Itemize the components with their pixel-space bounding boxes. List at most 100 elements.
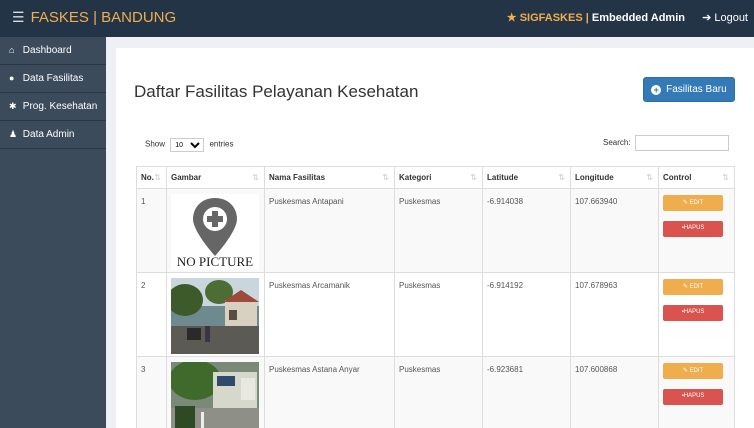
asterisk-icon: ✱ bbox=[9, 101, 17, 111]
sidebar-item-label: Data Admin bbox=[22, 129, 75, 140]
app-name: SIGFASKES bbox=[519, 12, 583, 24]
delete-label: HAPUS bbox=[683, 225, 705, 231]
page-title: Daftar Fasilitas Pelayanan Kesehatan bbox=[134, 82, 419, 101]
facility-photo bbox=[167, 278, 259, 354]
sidebar-item-label: Data Fasilitas bbox=[22, 73, 84, 84]
main-panel: Daftar Fasilitas Pelayanan Kesehatan + F… bbox=[116, 48, 754, 428]
sort-icon: ⇅ bbox=[558, 173, 565, 182]
pencil-icon: ✎ bbox=[682, 284, 688, 290]
sidebar-item-data-fasilitas[interactable]: ● Data Fasilitas bbox=[0, 65, 106, 93]
logout-link[interactable]: ➔ Logout bbox=[702, 12, 748, 24]
cell-nama: Puskesmas Antapani bbox=[264, 188, 395, 273]
column-header-label: Nama Fasilitas bbox=[269, 173, 326, 182]
sidebar-item-label: Dashboard bbox=[22, 45, 72, 56]
sidebar-item-dashboard[interactable]: ⌂ Dashboard bbox=[0, 37, 106, 65]
app-separator: | bbox=[582, 12, 592, 24]
show-entries: Show 10 entries bbox=[145, 138, 234, 152]
column-header-longitude[interactable]: Longitude ⇅ bbox=[570, 166, 659, 189]
table-header-row: No. ⇅ Gambar ⇅ Nama Fasilitas ⇅ Kategori ⇅ L… bbox=[136, 166, 735, 189]
edit-label: EDIT bbox=[689, 368, 704, 374]
cell-longitude: 107.663940 bbox=[570, 188, 659, 273]
delete-button[interactable]: ▪HAPUS bbox=[663, 221, 723, 237]
table-row: 1 NO PICTURE Puskesmas Antapani Puskesma… bbox=[136, 188, 735, 273]
facility-photo bbox=[169, 360, 259, 428]
brand[interactable]: ☰ FASKES | BANDUNG bbox=[12, 9, 176, 26]
sort-icon: ⇅ bbox=[154, 173, 161, 182]
delete-button[interactable]: ▪HAPUS bbox=[663, 305, 723, 321]
plus-icon: + bbox=[651, 85, 662, 95]
sort-icon: ⇅ bbox=[722, 173, 729, 182]
column-header-label: Longitude bbox=[575, 173, 614, 182]
cell-longitude: 107.600868 bbox=[570, 356, 659, 428]
column-header-no[interactable]: No. ⇅ bbox=[136, 166, 167, 189]
brand-title[interactable]: FASKES | BANDUNG bbox=[31, 9, 177, 26]
delete-label: HAPUS bbox=[683, 309, 705, 315]
cell-no: 2 bbox=[136, 272, 167, 357]
sidebar-item-label: Prog. Kesehatan bbox=[22, 101, 98, 112]
sort-icon: ⇅ bbox=[470, 173, 477, 182]
edit-label: EDIT bbox=[689, 200, 704, 206]
pencil-icon: ✎ bbox=[682, 368, 688, 374]
delete-button[interactable]: ▪HAPUS bbox=[663, 389, 723, 405]
top-navbar: ☰ FASKES | BANDUNG ★ SIGFASKES | Embedded… bbox=[0, 0, 754, 37]
column-header-label: No. bbox=[141, 173, 154, 182]
menu-icon[interactable]: ☰ bbox=[12, 9, 25, 25]
cell-kategori: Puskesmas bbox=[394, 356, 483, 428]
edit-button[interactable]: ✎ EDIT bbox=[663, 279, 723, 295]
cell-gambar bbox=[166, 272, 265, 357]
column-header-kategori[interactable]: Kategori ⇅ bbox=[394, 166, 483, 189]
logout-label: Logout bbox=[714, 12, 748, 24]
logout-icon: ➔ bbox=[702, 12, 712, 24]
cell-kategori: Puskesmas bbox=[394, 272, 483, 357]
search-input[interactable] bbox=[634, 135, 729, 151]
sidebar-item-prog-kesehatan[interactable]: ✱ Prog. Kesehatan bbox=[0, 93, 106, 121]
sidebar-item-data-admin[interactable]: ♟ Data Admin bbox=[0, 121, 106, 149]
cell-control: ✎ EDIT ▪HAPUS bbox=[658, 188, 735, 273]
cell-latitude: -6.923681 bbox=[482, 356, 571, 428]
cell-latitude: -6.914038 bbox=[482, 188, 571, 273]
cell-gambar: NO PICTURE bbox=[166, 188, 265, 273]
edit-label: EDIT bbox=[689, 284, 704, 290]
cell-no: 3 bbox=[136, 356, 167, 428]
fasilitas-table: No. ⇅ Gambar ⇅ Nama Fasilitas ⇅ Kategori ⇅ L… bbox=[136, 166, 735, 428]
cell-nama: Puskesmas Astana Anyar bbox=[264, 356, 395, 428]
edit-button[interactable]: ✎ EDIT bbox=[663, 363, 723, 379]
edit-button[interactable]: ✎ EDIT bbox=[663, 195, 723, 211]
entries-select[interactable]: 10 bbox=[170, 138, 205, 152]
sort-icon: ⇅ bbox=[252, 173, 259, 182]
sidebar: ⌂ Dashboard ● Data Fasilitas ✱ Prog. Kes… bbox=[0, 37, 106, 428]
entries-label: entries bbox=[209, 139, 234, 149]
star-icon: ★ bbox=[506, 12, 517, 24]
sort-icon: ⇅ bbox=[382, 173, 389, 182]
show-label: Show bbox=[145, 139, 166, 149]
add-fasilitas-button[interactable]: + Fasilitas Baru bbox=[643, 77, 735, 102]
user-icon: ♟ bbox=[9, 129, 18, 139]
sort-icon: ⇅ bbox=[646, 173, 653, 182]
add-fasilitas-label: Fasilitas Baru bbox=[666, 84, 727, 95]
column-header-gambar[interactable]: Gambar ⇅ bbox=[166, 166, 265, 189]
column-header-nama[interactable]: Nama Fasilitas ⇅ bbox=[264, 166, 395, 189]
cell-latitude: -6.914192 bbox=[482, 272, 571, 357]
map-marker-icon: ● bbox=[9, 73, 15, 83]
table-row: 2 Puskesmas Arcamanik Puskesmas -6.91419… bbox=[136, 272, 735, 357]
search-label: Search: bbox=[603, 138, 631, 148]
table-row: 3 Puskesmas Astana Anyar Puskesmas -6.92… bbox=[136, 356, 735, 428]
cell-kategori: Puskesmas bbox=[394, 188, 483, 273]
no-picture-text: NO PICTURE bbox=[177, 254, 253, 269]
cell-no: 1 bbox=[136, 188, 167, 273]
delete-label: HAPUS bbox=[683, 393, 705, 399]
pencil-icon: ✎ bbox=[682, 200, 688, 206]
cell-control: ✎ EDIT ▪HAPUS bbox=[658, 272, 735, 357]
column-header-label: Latitude bbox=[487, 173, 519, 182]
column-header-latitude[interactable]: Latitude ⇅ bbox=[482, 166, 571, 189]
user-area: ★ SIGFASKES | Embedded Admin ➔ Logout bbox=[507, 11, 748, 24]
home-icon: ⌂ bbox=[9, 45, 15, 55]
no-picture-image: NO PICTURE bbox=[171, 194, 259, 270]
user-name[interactable]: Embedded Admin bbox=[592, 12, 685, 24]
cell-nama: Puskesmas Arcamanik bbox=[264, 272, 395, 357]
cell-gambar bbox=[166, 356, 265, 428]
column-header-control[interactable]: Control ⇅ bbox=[658, 166, 735, 189]
column-header-label: Gambar bbox=[171, 173, 202, 182]
column-header-label: Control bbox=[663, 173, 692, 182]
search-box: Search: bbox=[603, 135, 729, 151]
